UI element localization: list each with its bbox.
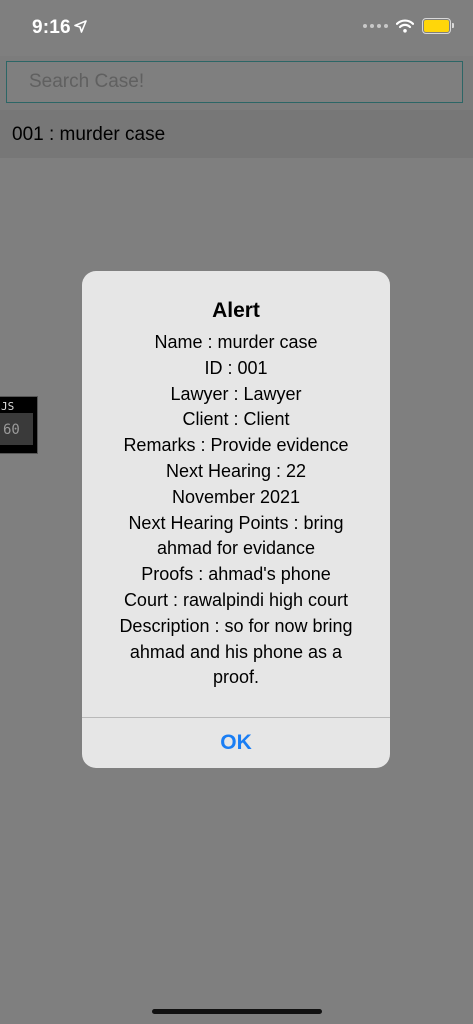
alert-line-proofs: Proofs : ahmad's phone [141,564,331,585]
status-time: 9:16 [32,17,71,38]
alert-title: Alert [212,299,260,322]
floating-widget-value: 60 [3,422,20,438]
alert-line-description: Description : so for now bring [119,615,353,636]
status-icons [363,18,454,34]
signal-dots-icon [363,24,388,28]
list-item-label: 001 : murder case [12,124,166,145]
ok-button[interactable]: OK [82,718,390,768]
alert-line-hearing-points: Next Hearing Points : bring [128,512,344,533]
alert-line-next-hearing-cont: November 2021 [171,486,301,507]
alert-line-description-end: proof. [212,667,260,688]
alert-message: Name : murder case ID : 001 Lawyer : Law… [98,330,374,691]
status-bar: 9:16 [0,0,473,56]
floating-widget-box: 60 [0,413,33,445]
alert-line-id: ID : 001 [204,357,268,378]
home-indicator[interactable] [152,1009,322,1014]
alert-line-lawyer: Lawyer : Lawyer [170,383,302,404]
battery-icon [422,18,454,34]
wifi-icon [396,19,414,33]
alert-line-hearing-points-cont: ahmad for evidance [156,538,316,559]
alert-line-client: Client : Client [182,409,290,430]
alert-line-description-cont: ahmad and his phone as a [129,641,343,662]
alert-dialog: Alert Name : murder case ID : 001 Lawyer… [82,271,390,768]
location-arrow-icon [74,20,87,33]
floating-widget-label: JS [1,400,15,413]
alert-line-next-hearing: Next Hearing : 22 [165,460,307,481]
search-bar [0,56,473,110]
floating-widget[interactable]: JS 60 [0,396,38,454]
alert-line-remarks: Remarks : Provide evidence [123,435,349,456]
alert-line-name: Name : murder case [154,332,318,352]
alert-line-court: Court : rawalpindi high court [123,589,349,610]
search-input[interactable] [6,61,463,103]
list-item[interactable]: 001 : murder case [0,110,473,158]
